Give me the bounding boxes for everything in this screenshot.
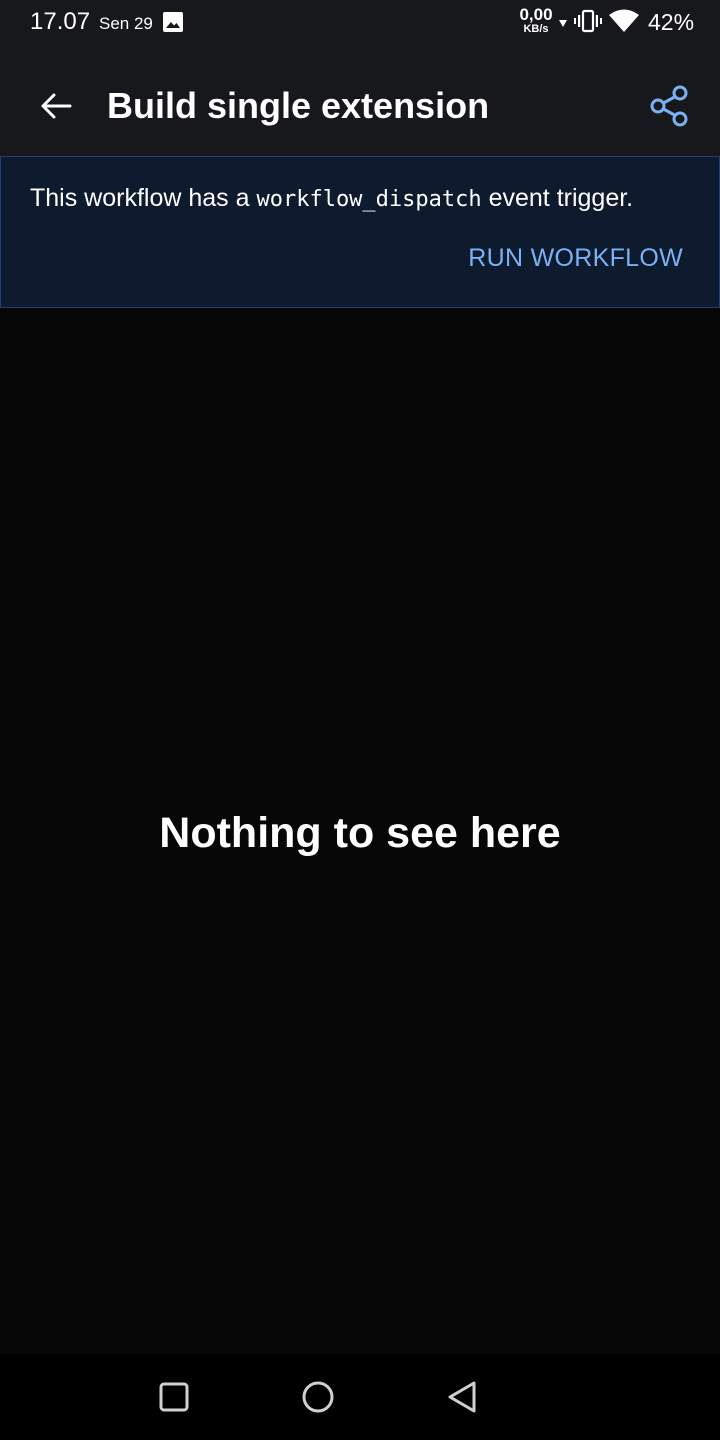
wifi-icon — [609, 9, 639, 32]
status-date: Sen 29 — [99, 14, 153, 33]
gallery-notification-icon — [162, 11, 184, 33]
banner-text-after: event trigger. — [481, 184, 634, 212]
run-workflow-button[interactable]: RUN WORKFLOW — [468, 241, 683, 275]
share-button[interactable] — [644, 82, 694, 132]
circle-icon — [302, 1381, 334, 1413]
recent-apps-button[interactable] — [149, 1374, 199, 1420]
banner-text-before: This workflow has a — [30, 184, 257, 212]
app-bar: Build single extension — [0, 44, 720, 156]
battery-level: 42% — [648, 9, 695, 35]
empty-state-message: Nothing to see here — [159, 809, 561, 857]
page-title: Build single extension — [107, 85, 490, 126]
arrow-left-icon — [41, 93, 72, 119]
banner-message: This workflow has a workflow_dispatch ev… — [30, 181, 633, 217]
system-navigation-bar — [0, 1354, 720, 1440]
banner-code: workflow_dispatch — [256, 187, 482, 212]
vibrate-icon — [574, 9, 602, 33]
network-speed-unit: KB/s — [523, 23, 549, 35]
triangle-back-icon — [448, 1381, 476, 1413]
status-bar: 17.07 Sen 29 0,00 KB/s 42% — [0, 0, 720, 44]
square-icon — [159, 1382, 189, 1412]
share-icon — [650, 85, 688, 127]
status-time: 17.07 — [30, 8, 91, 35]
network-speed-value: 0,00 — [519, 5, 553, 24]
home-button[interactable] — [293, 1374, 343, 1420]
back-nav-button[interactable] — [437, 1374, 487, 1420]
workflow-dispatch-banner: This workflow has a workflow_dispatch ev… — [0, 156, 720, 308]
data-arrow-icon — [559, 20, 567, 27]
back-button[interactable] — [30, 82, 86, 130]
network-speed: 0,00 KB/s — [514, 6, 558, 35]
